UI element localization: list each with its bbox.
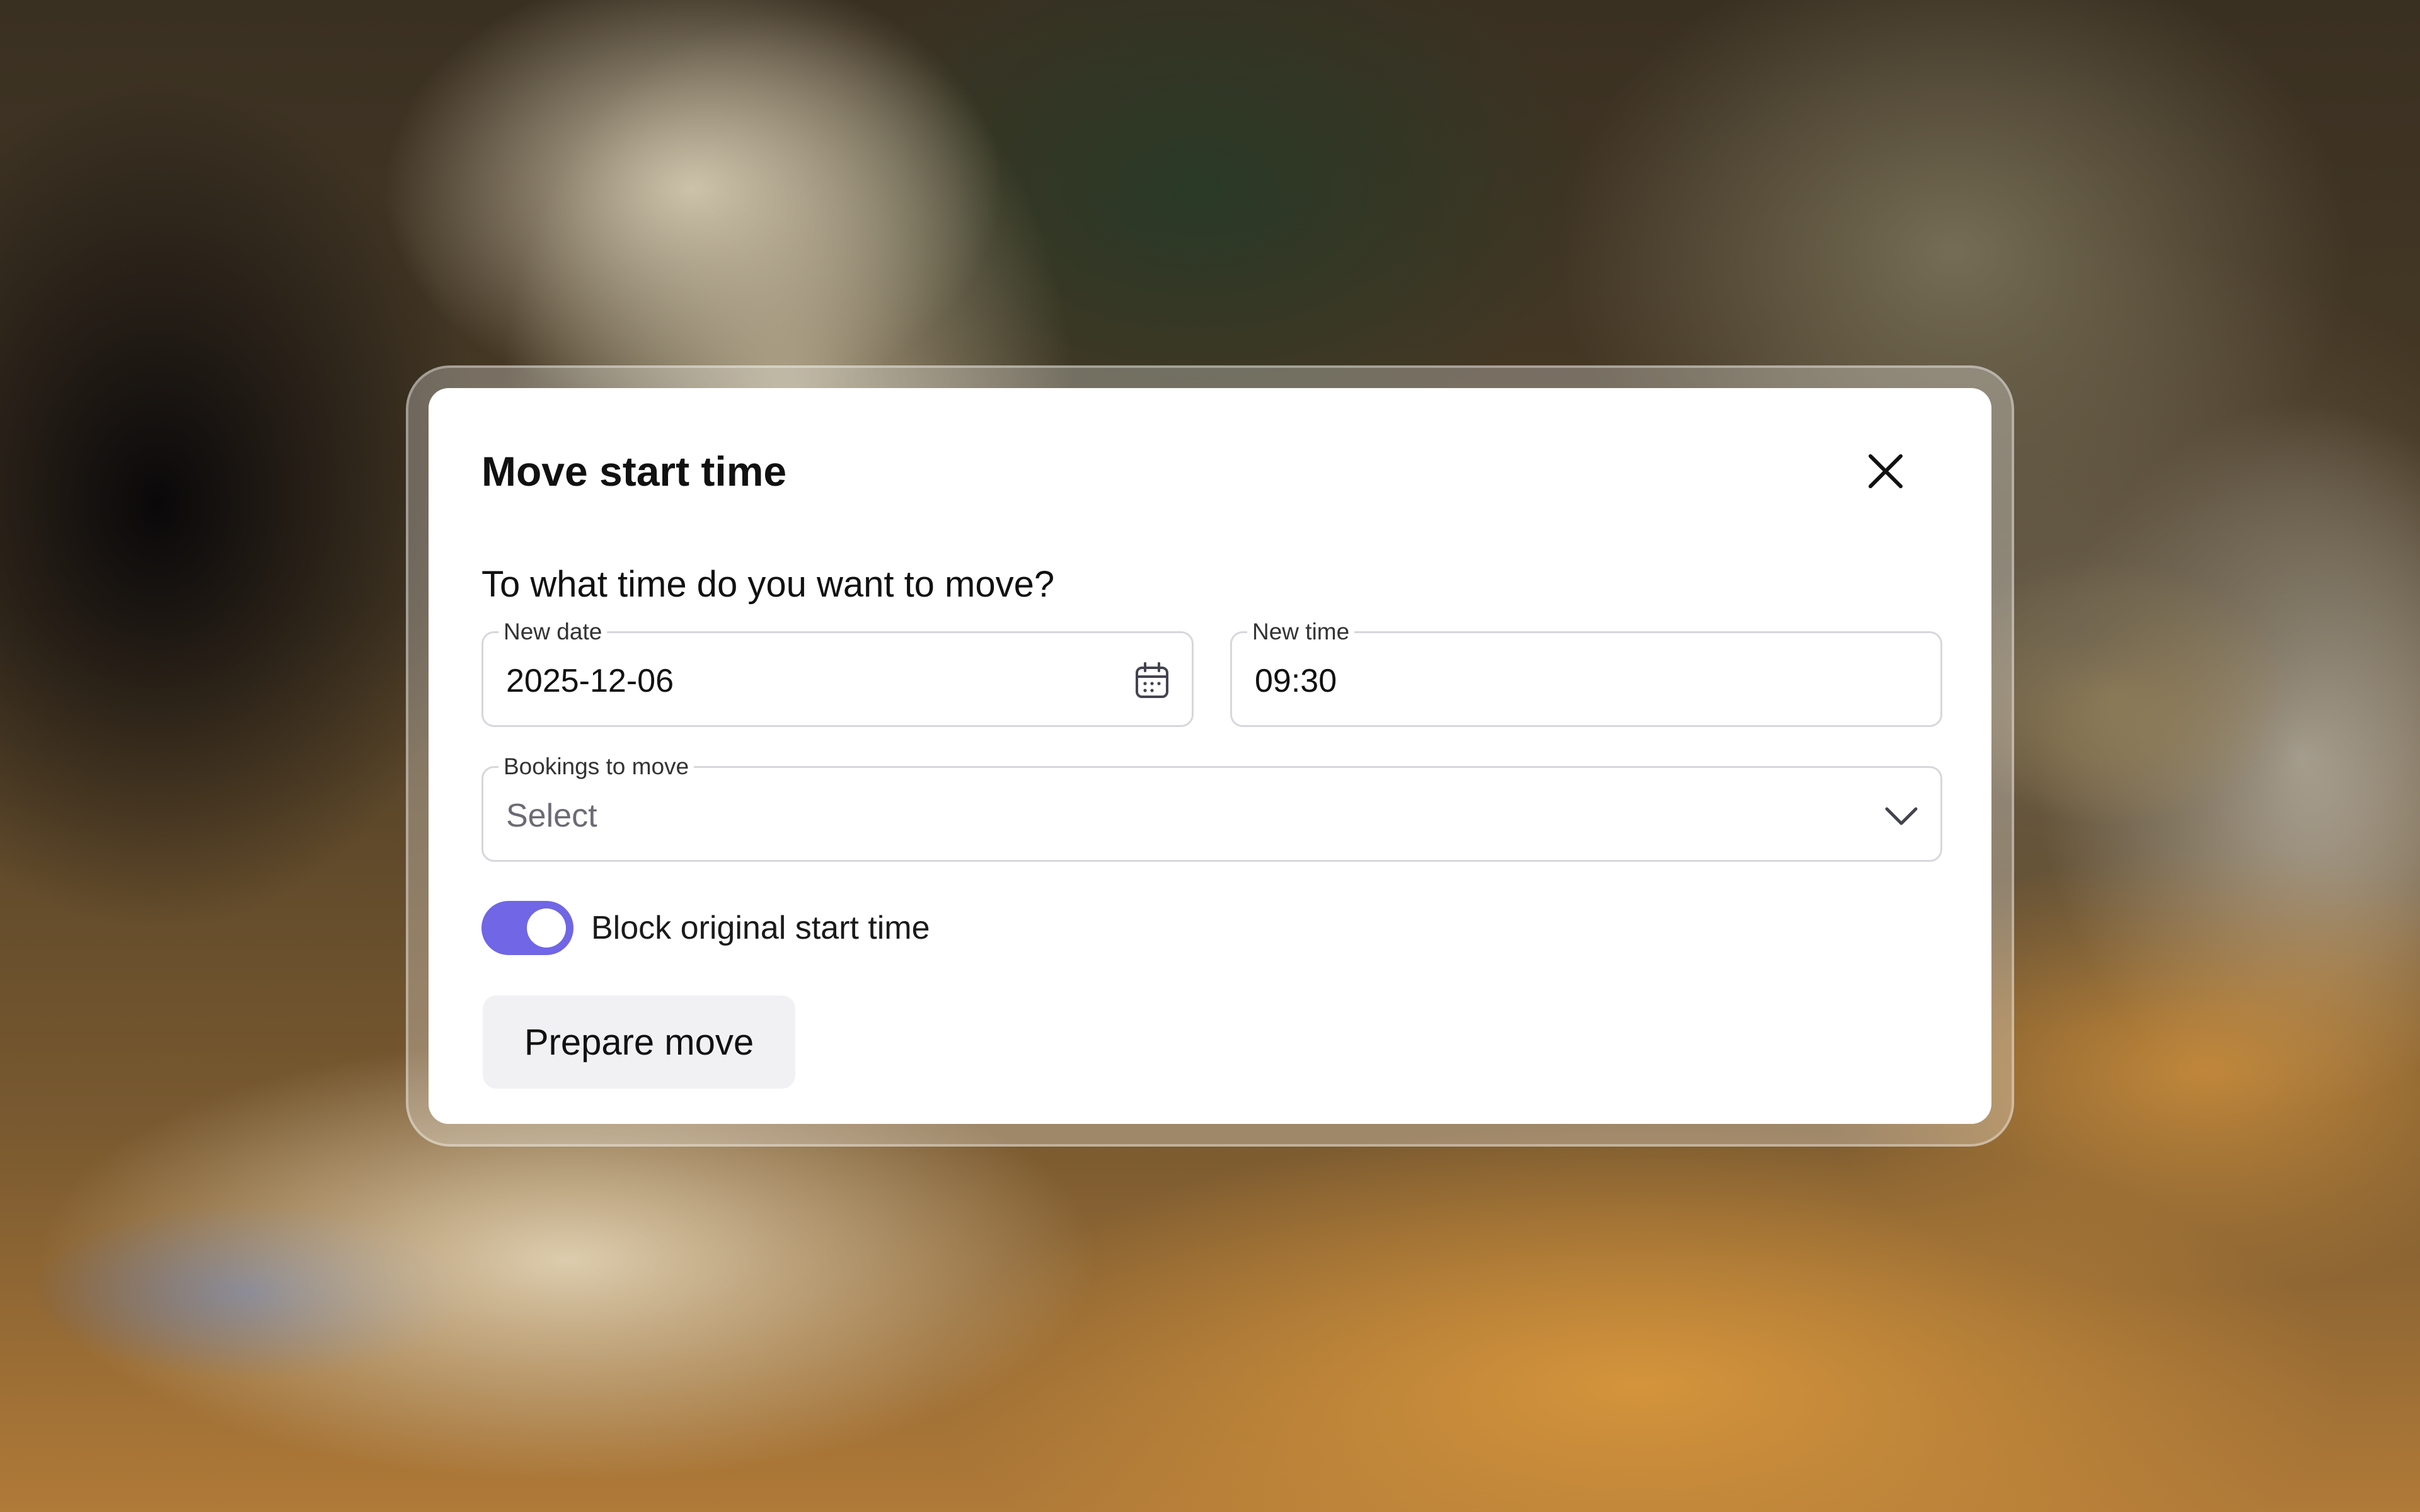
bookings-to-move-select[interactable]: Bookings to move Select: [481, 753, 1942, 862]
calendar-icon[interactable]: [1132, 661, 1172, 700]
section-question: To what time do you want to move?: [481, 564, 1055, 605]
move-start-time-dialog: Move start time To what time do you want…: [429, 388, 1991, 1124]
new-date-value: 2025-12-06: [506, 663, 674, 699]
close-icon: [1869, 454, 1903, 488]
screen: Move start time To what time do you want…: [0, 0, 2420, 1512]
chevron-down-icon: [1882, 797, 1920, 835]
new-time-field[interactable]: New time 09:30: [1230, 618, 1942, 727]
prepare-move-button[interactable]: Prepare move: [483, 995, 795, 1089]
block-original-start-time-toggle[interactable]: [481, 901, 573, 955]
new-date-field[interactable]: New date 2025-12-06: [481, 618, 1194, 727]
toggle-knob: [527, 908, 566, 948]
bookings-to-move-placeholder: Select: [506, 798, 597, 834]
bookings-to-move-label: Bookings to move: [498, 753, 694, 781]
dialog-title: Move start time: [481, 448, 787, 495]
new-time-value: 09:30: [1255, 663, 1337, 699]
close-button[interactable]: [1859, 445, 1912, 498]
block-original-start-time-label: Block original start time: [591, 910, 930, 946]
new-time-label: New time: [1247, 618, 1355, 646]
new-date-label: New date: [498, 618, 608, 646]
